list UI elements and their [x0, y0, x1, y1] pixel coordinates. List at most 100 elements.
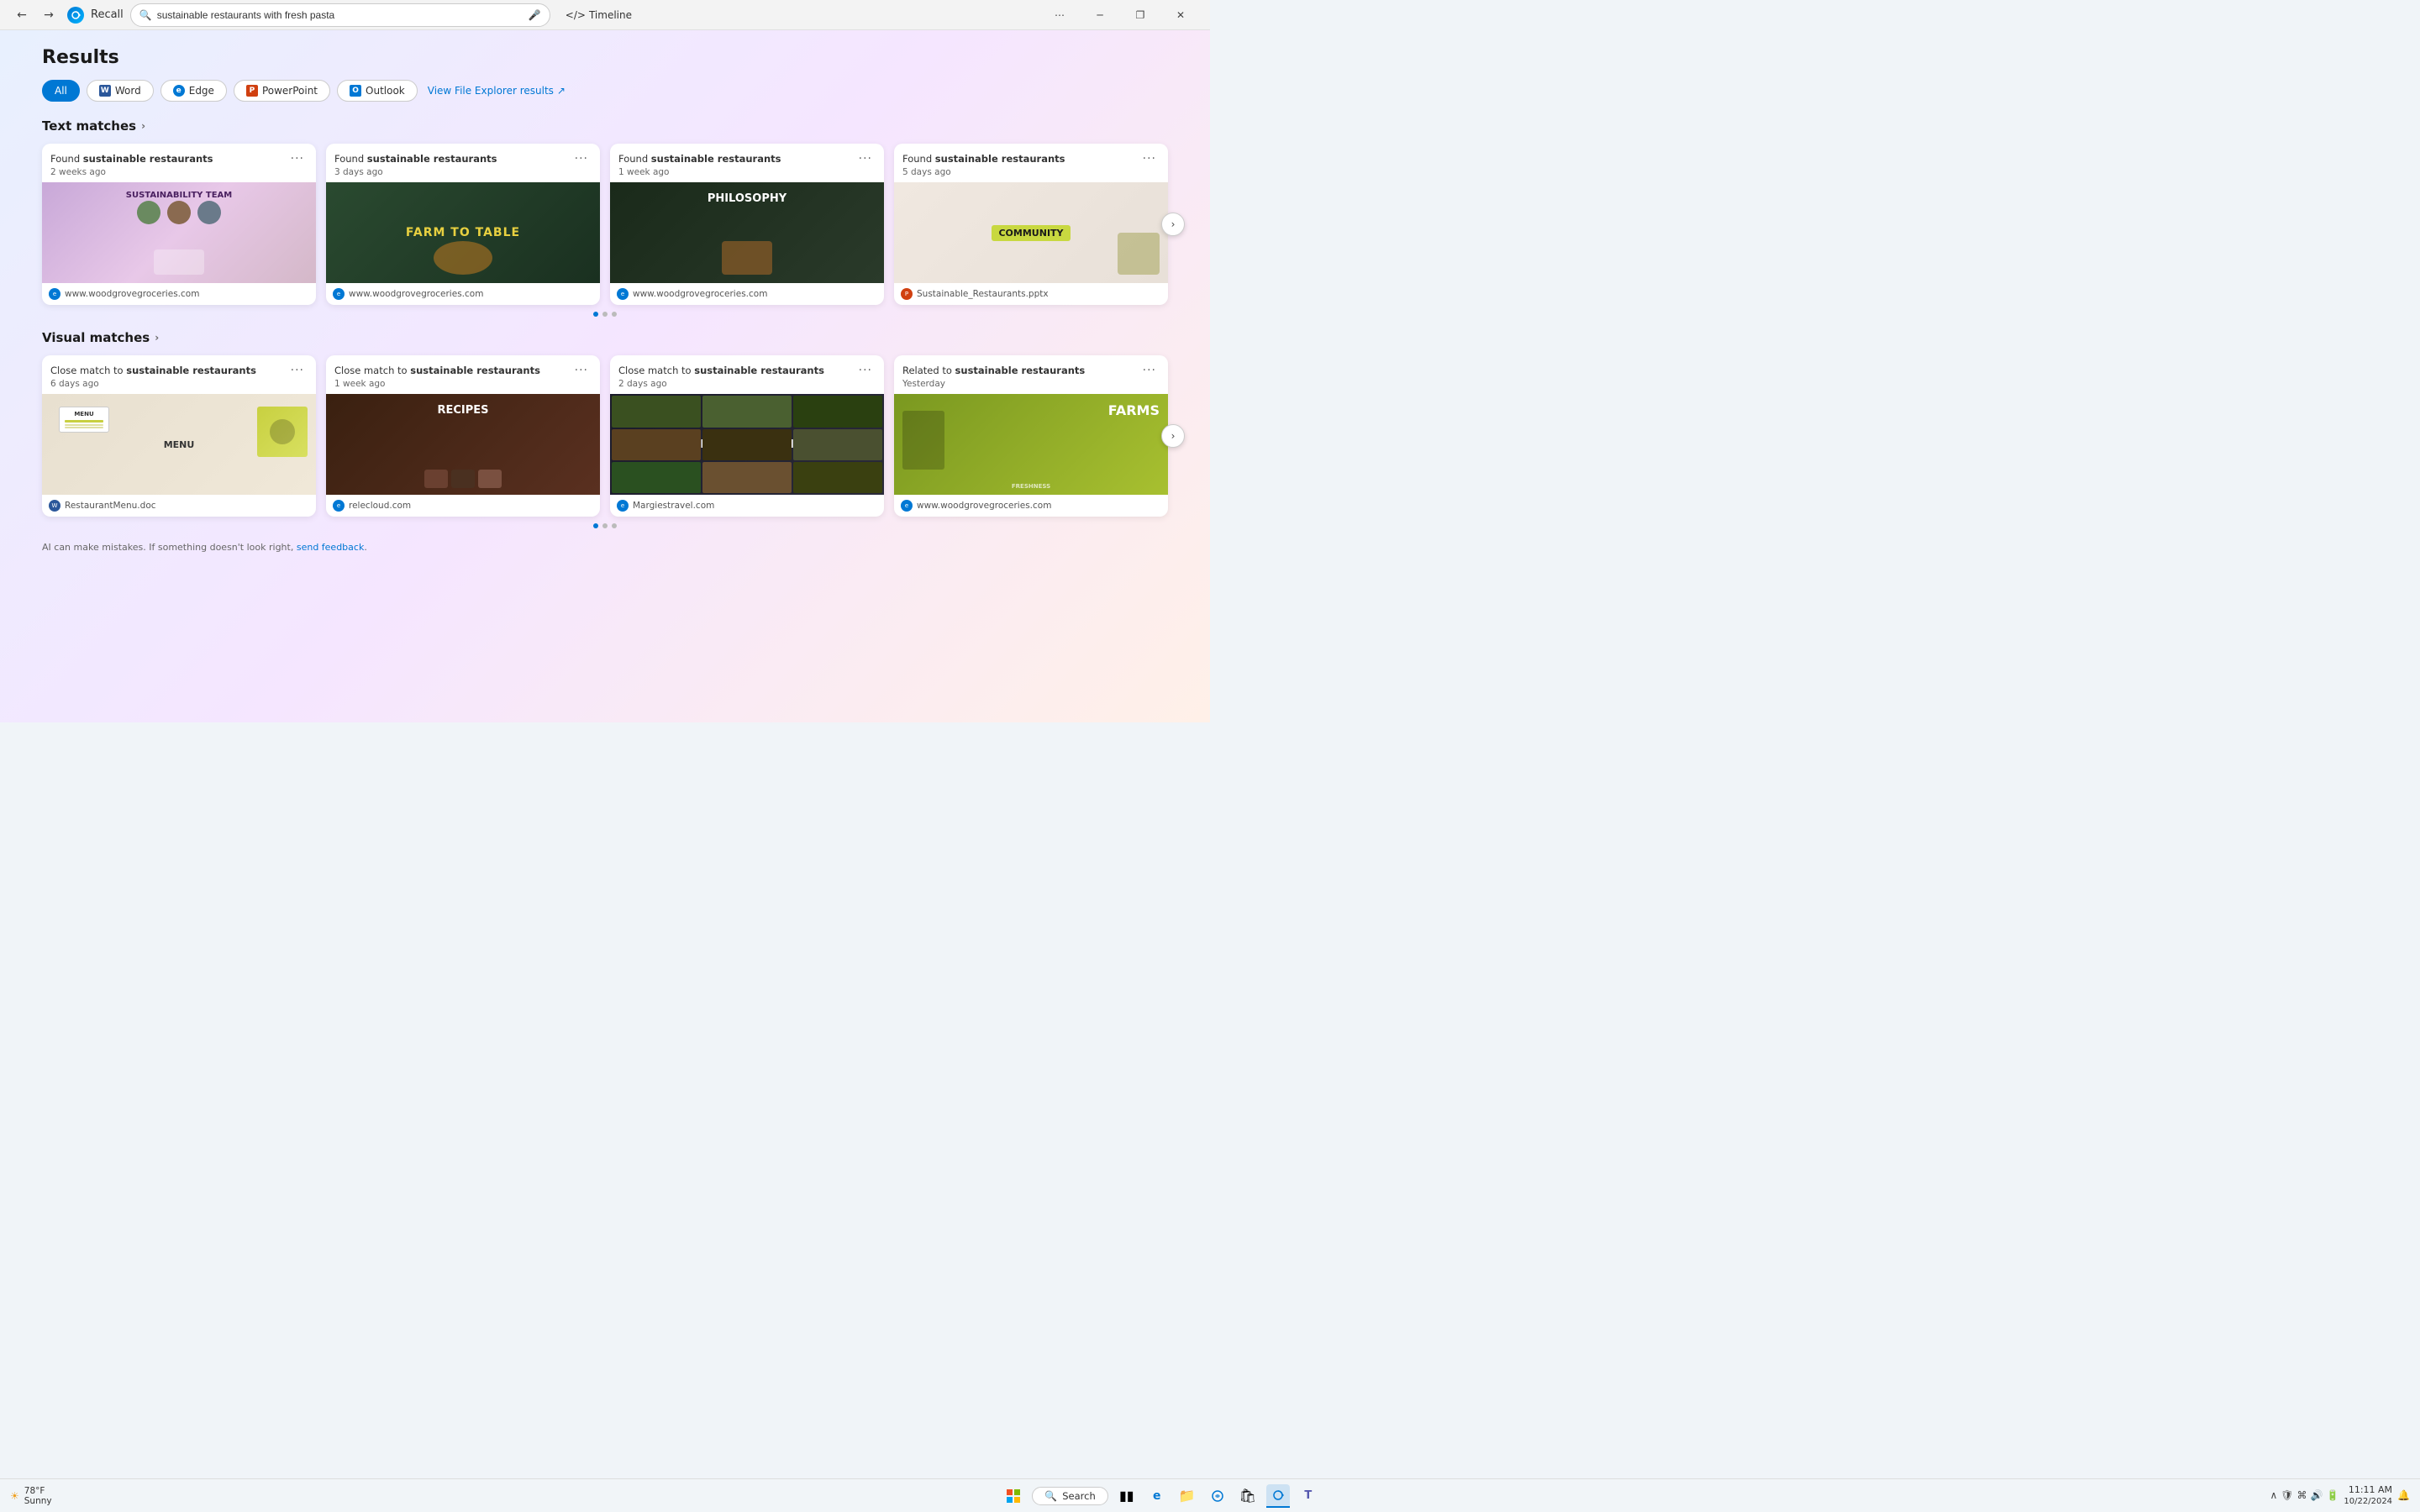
card-footer-3: e www.woodgrovegroceries.com [610, 283, 884, 305]
edge-taskbar-icon[interactable]: e [1145, 1484, 1169, 1508]
visual-matches-next-arrow[interactable]: › [1161, 424, 1185, 448]
card-more-button-4[interactable]: ··· [1139, 152, 1160, 165]
battery-icon[interactable]: 🔋 [2326, 1489, 2338, 1501]
card-image-4 [894, 182, 1168, 283]
taskbar: ☀ 78°F Sunny 🔍 Search ▮▮ e 📁 [0, 1478, 2420, 1512]
shield-icon[interactable]: 🛡 [2281, 1489, 2293, 1501]
visual-dot-1[interactable] [593, 523, 598, 528]
external-link-icon: ↗ [557, 85, 566, 97]
file-explorer-taskbar-icon[interactable]: 📁 [1176, 1484, 1199, 1508]
card-title-2: Found sustainable restaurants [334, 152, 571, 165]
system-icons: ∧ 🛡 ⌘ 🔊 🔋 [2270, 1489, 2338, 1501]
show-hidden-icon[interactable]: ∧ [2270, 1489, 2277, 1501]
filter-tab-word[interactable]: W Word [87, 80, 154, 102]
view-file-explorer-text: View File Explorer results [428, 85, 554, 97]
card-title-3: Found sustainable restaurants [618, 152, 855, 165]
start-button[interactable] [1002, 1484, 1025, 1508]
voice-icon[interactable]: 🎤 [529, 9, 541, 21]
visual-card-header-4: Related to sustainable restaurants Yeste… [894, 355, 1168, 394]
page-title: Results [42, 47, 1168, 68]
recall-taskbar-icon[interactable] [1266, 1484, 1290, 1508]
text-match-card-3[interactable]: Found sustainable restaurants 1 week ago… [610, 144, 884, 305]
source-icon-4: P [901, 288, 913, 300]
card-date-4: 5 days ago [902, 167, 1139, 177]
more-options-button[interactable]: ⋯ [1040, 0, 1079, 30]
text-dot-1[interactable] [593, 312, 598, 317]
visual-card-title-1: Close match to sustainable restaurants [50, 364, 287, 377]
send-feedback-link[interactable]: send feedback [297, 542, 364, 553]
source-icon-3: e [617, 288, 629, 300]
text-matches-cards-row: Found sustainable restaurants 2 weeks ag… [42, 144, 1168, 305]
card-title-4: Found sustainable restaurants [902, 152, 1139, 165]
card-date-1: 2 weeks ago [50, 167, 287, 177]
store-taskbar-icon[interactable]: 🛍 [1236, 1484, 1260, 1508]
restore-button[interactable]: ❐ [1121, 0, 1160, 30]
text-matches-title: Text matches [42, 118, 136, 134]
visual-dot-2[interactable] [602, 523, 608, 528]
card-source-4: Sustainable_Restaurants.pptx [917, 289, 1049, 299]
visual-card-image-1: MENU [42, 394, 316, 495]
text-match-card-4[interactable]: Found sustainable restaurants 5 days ago… [894, 144, 1168, 305]
visual-card-date-1: 6 days ago [50, 379, 287, 389]
card-header-3: Found sustainable restaurants 1 week ago… [610, 144, 884, 182]
filter-tab-powerpoint[interactable]: P PowerPoint [234, 80, 330, 102]
visual-matches-cards-wrapper: Close match to sustainable restaurants 6… [42, 355, 1168, 517]
visual-matches-pagination [42, 523, 1168, 528]
card-image-2 [326, 182, 600, 283]
search-input[interactable] [157, 9, 523, 21]
app-title: Recall [91, 8, 124, 21]
task-view-button[interactable]: ▮▮ [1115, 1484, 1139, 1508]
search-bar[interactable]: 🔍 🎤 [130, 3, 550, 27]
clock-date: 10/22/2024 [2344, 1496, 2392, 1508]
titlebar: ← → Recall 🔍 🎤 </> Timeline ⋯ ─ ❐ ✕ [0, 0, 1210, 30]
visual-source-icon-4: e [901, 500, 913, 512]
visual-card-date-2: 1 week ago [334, 379, 571, 389]
filter-tab-outlook[interactable]: O Outlook [337, 80, 418, 102]
visual-match-card-2[interactable]: Close match to sustainable restaurants 1… [326, 355, 600, 517]
filter-tab-edge[interactable]: e Edge [160, 80, 227, 102]
timeline-icon: </> [566, 9, 586, 21]
card-more-button-3[interactable]: ··· [855, 152, 876, 165]
filter-tab-all[interactable]: All [42, 80, 80, 102]
teams-taskbar-icon[interactable]: T [1297, 1484, 1320, 1508]
forward-button[interactable]: → [37, 3, 60, 27]
text-dot-2[interactable] [602, 312, 608, 317]
wifi-icon[interactable]: ⌘ [2297, 1489, 2307, 1501]
minimize-button[interactable]: ─ [1081, 0, 1119, 30]
clock[interactable]: 11:11 AM 10/22/2024 [2344, 1483, 2392, 1508]
text-matches-section-header[interactable]: Text matches › [42, 118, 1168, 134]
taskbar-search-icon: 🔍 [1044, 1490, 1057, 1502]
copilot-taskbar-icon[interactable] [1206, 1484, 1229, 1508]
taskbar-search[interactable]: 🔍 Search [1032, 1487, 1107, 1505]
notification-icon[interactable]: 🔔 [2397, 1489, 2410, 1501]
card-header-2: Found sustainable restaurants 3 days ago… [326, 144, 600, 182]
card-more-button-1[interactable]: ··· [287, 152, 308, 165]
visual-card-more-3[interactable]: ··· [855, 364, 876, 377]
ai-disclaimer-text: AI can make mistakes. If something doesn… [42, 542, 293, 553]
view-file-explorer-link[interactable]: View File Explorer results ↗ [428, 85, 566, 97]
text-match-card-2[interactable]: Found sustainable restaurants 3 days ago… [326, 144, 600, 305]
filter-tab-edge-label: Edge [189, 85, 214, 97]
card-header-4: Found sustainable restaurants 5 days ago… [894, 144, 1168, 182]
back-button[interactable]: ← [10, 3, 34, 27]
card-more-button-2[interactable]: ··· [571, 152, 592, 165]
visual-match-card-3[interactable]: Close match to sustainable restaurants 2… [610, 355, 884, 517]
card-source-1: www.woodgrovegroceries.com [65, 289, 199, 299]
visual-match-card-4[interactable]: Related to sustainable restaurants Yeste… [894, 355, 1168, 517]
close-button[interactable]: ✕ [1161, 0, 1200, 30]
text-matches-next-arrow[interactable]: › [1161, 213, 1185, 236]
timeline-button[interactable]: </> Timeline [557, 6, 640, 24]
text-match-card-1[interactable]: Found sustainable restaurants 2 weeks ag… [42, 144, 316, 305]
visual-card-more-4[interactable]: ··· [1139, 364, 1160, 377]
visual-dot-3[interactable] [612, 523, 617, 528]
visual-card-more-1[interactable]: ··· [287, 364, 308, 377]
weather-info: 78°F Sunny [24, 1486, 52, 1506]
visual-matches-section-header[interactable]: Visual matches › [42, 330, 1168, 345]
filter-tab-word-label: Word [115, 85, 141, 97]
visual-card-more-2[interactable]: ··· [571, 364, 592, 377]
text-dot-3[interactable] [612, 312, 617, 317]
visual-card-image-2 [326, 394, 600, 495]
timeline-label: Timeline [589, 9, 632, 21]
volume-icon[interactable]: 🔊 [2311, 1489, 2323, 1501]
visual-match-card-1[interactable]: Close match to sustainable restaurants 6… [42, 355, 316, 517]
